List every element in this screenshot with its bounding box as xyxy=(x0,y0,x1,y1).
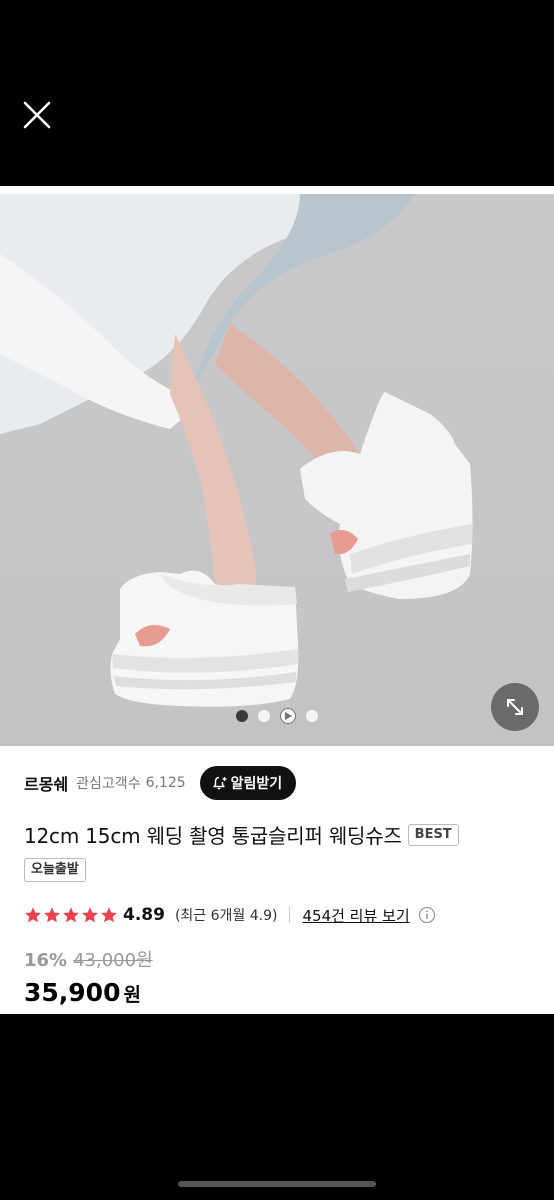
original-price: 43,000원 xyxy=(73,950,153,971)
page: 르몽쉐 관심고객수 6,125 알림받기 12cm 15cm 웨딩 촬영 통굽슬… xyxy=(0,0,554,1200)
product-photo xyxy=(0,194,473,707)
rating-value: 4.89 xyxy=(123,905,165,925)
alert-subscribe-button[interactable]: 알림받기 xyxy=(199,766,297,800)
follower-count: 6,125 xyxy=(145,775,186,791)
seller-row: 르몽쉐 관심고객수 6,125 알림받기 xyxy=(24,766,297,800)
currency: 원 xyxy=(123,984,141,1006)
carousel-dot-video[interactable] xyxy=(280,708,296,724)
top-bar xyxy=(0,0,554,186)
product-title-row: 12cm 15cm 웨딩 촬영 통굽슬리퍼 웨딩슈즈 BEST xyxy=(24,820,459,849)
star-icon xyxy=(82,907,98,923)
divider xyxy=(289,907,291,923)
expand-image-button[interactable] xyxy=(491,683,539,731)
carousel-dot-2[interactable] xyxy=(258,710,270,722)
recent-rating: (최근 6개월 4.9) xyxy=(174,908,278,924)
close-icon xyxy=(23,101,51,129)
carousel-dots xyxy=(0,706,554,726)
sale-price: 35,900 xyxy=(24,978,121,1007)
star-icon xyxy=(63,907,79,923)
alert-button-label: 알림받기 xyxy=(230,776,283,792)
price-row: 35,900 원 xyxy=(24,978,141,1007)
seller-name[interactable]: 르몽쉐 xyxy=(24,771,68,795)
discount-row: 16% 43,000원 xyxy=(24,946,153,972)
info-icon[interactable] xyxy=(418,906,436,924)
shipping-badge: 오늘출발 xyxy=(24,858,86,882)
carousel-dot-4[interactable] xyxy=(306,710,318,722)
home-indicator xyxy=(178,1181,376,1187)
star-icon xyxy=(44,907,60,923)
product-info: 르몽쉐 관심고객수 6,125 알림받기 12cm 15cm 웨딩 촬영 통굽슬… xyxy=(0,746,554,1014)
star-icon xyxy=(101,907,117,923)
discount-rate: 16% xyxy=(24,950,68,971)
product-image[interactable] xyxy=(0,194,554,746)
expand-arrows-icon xyxy=(507,699,523,715)
play-icon xyxy=(285,712,292,720)
image-top-border xyxy=(0,186,554,194)
product-title: 12cm 15cm 웨딩 촬영 통굽슬리퍼 웨딩슈즈 xyxy=(24,824,402,848)
star-rating xyxy=(24,906,118,924)
rating-row: 4.89 (최근 6개월 4.9) 454건 리뷰 보기 xyxy=(24,904,436,926)
best-badge: BEST xyxy=(407,823,459,846)
follower-label: 관심고객수 xyxy=(76,776,141,792)
review-link[interactable]: 454건 리뷰 보기 xyxy=(302,905,409,926)
bell-plus-icon xyxy=(212,776,227,790)
star-icon xyxy=(25,907,41,923)
close-button[interactable] xyxy=(20,98,54,132)
carousel-dot-1[interactable] xyxy=(236,710,248,722)
